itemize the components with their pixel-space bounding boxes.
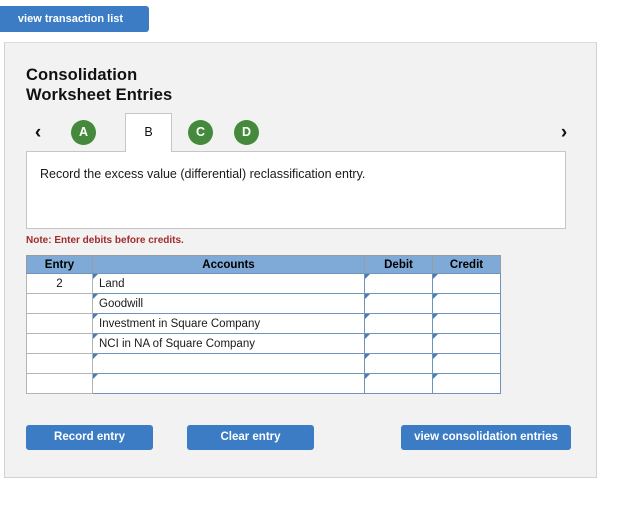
cell-debit-input[interactable]: [364, 293, 433, 314]
chevron-left-icon[interactable]: ‹: [27, 121, 49, 145]
cell-entry-number: [26, 353, 93, 374]
cell-entry-number: 2: [26, 273, 93, 294]
cell-account-select[interactable]: Goodwill: [92, 293, 365, 314]
debits-before-credits-note: Note: Enter debits before credits.: [26, 235, 184, 246]
column-header-entry: Entry: [26, 255, 93, 274]
cell-credit-input-value: [433, 375, 500, 393]
cell-debit-input-value: [365, 295, 432, 313]
top-toolbar: view transaction list: [0, 0, 633, 42]
dropdown-corner-icon: [365, 354, 370, 359]
app-root: view transaction list Consolidation Work…: [0, 0, 633, 523]
cell-entry-number: [26, 333, 93, 354]
cell-entry-number: [26, 373, 93, 394]
tab-d[interactable]: D: [234, 120, 259, 145]
tab-a[interactable]: A: [71, 120, 96, 145]
clear-entry-button[interactable]: Clear entry: [187, 425, 314, 450]
table-row: Investment in Square Company: [26, 313, 501, 334]
instruction-box: Record the excess value (differential) r…: [26, 151, 566, 229]
cell-debit-input[interactable]: [364, 333, 433, 354]
dropdown-corner-icon: [433, 314, 438, 319]
cell-account-select[interactable]: [92, 373, 365, 394]
dropdown-corner-icon: [433, 354, 438, 359]
cell-debit-input[interactable]: [364, 273, 433, 294]
cell-credit-input[interactable]: [432, 273, 501, 294]
column-header-accounts: Accounts: [92, 255, 365, 274]
cell-credit-input-value: [433, 355, 500, 373]
journal-entry-table: Entry Accounts Debit Credit 2 Land Goodwil…: [26, 255, 501, 394]
dropdown-corner-icon: [93, 354, 98, 359]
dropdown-corner-icon: [93, 374, 98, 379]
worksheet-panel: Consolidation Worksheet Entries ‹ A B C …: [4, 42, 597, 478]
dropdown-corner-icon: [93, 294, 98, 299]
cell-debit-input-value: [365, 375, 432, 393]
instruction-text: Record the excess value (differential) r…: [40, 167, 366, 181]
cell-credit-input[interactable]: [432, 353, 501, 374]
cell-credit-input-value: [433, 315, 500, 333]
view-transaction-list-button[interactable]: view transaction list: [0, 6, 149, 32]
cell-account-select-value: [93, 375, 364, 393]
cell-debit-input[interactable]: [364, 313, 433, 334]
cell-account-select[interactable]: [92, 353, 365, 374]
dropdown-corner-icon: [433, 294, 438, 299]
chevron-right-icon[interactable]: ›: [553, 121, 575, 145]
cell-account-select-value: NCI in NA of Square Company: [99, 337, 255, 350]
cell-account-select-value: Land: [99, 277, 125, 290]
cell-account-select-value: [93, 355, 364, 373]
table-body: 2 Land Goodwill Investment in Square Compan…: [26, 273, 501, 394]
cell-debit-input-value: [365, 335, 432, 353]
cell-credit-input-value: [433, 295, 500, 313]
tab-c[interactable]: C: [188, 120, 213, 145]
table-header-row: Entry Accounts Debit Credit: [26, 255, 501, 274]
dropdown-corner-icon: [365, 294, 370, 299]
table-row: [26, 353, 501, 374]
cell-entry-number: [26, 313, 93, 334]
cell-account-select-value: Goodwill: [99, 297, 144, 310]
dropdown-corner-icon: [365, 374, 370, 379]
cell-entry-number: [26, 293, 93, 314]
dropdown-corner-icon: [93, 274, 98, 279]
table-row: 2 Land: [26, 273, 501, 294]
cell-debit-input[interactable]: [364, 373, 433, 394]
table-row: [26, 373, 501, 394]
table-row: Goodwill: [26, 293, 501, 314]
dropdown-corner-icon: [365, 314, 370, 319]
cell-credit-input[interactable]: [432, 293, 501, 314]
cell-account-select[interactable]: Investment in Square Company: [92, 313, 365, 334]
cell-account-select[interactable]: NCI in NA of Square Company: [92, 333, 365, 354]
cell-credit-input[interactable]: [432, 373, 501, 394]
cell-account-select[interactable]: Land: [92, 273, 365, 294]
record-entry-button[interactable]: Record entry: [26, 425, 153, 450]
cell-credit-input-value: [433, 275, 500, 293]
dropdown-corner-icon: [433, 274, 438, 279]
tab-strip: ‹ A B C D ›: [5, 113, 596, 153]
cell-debit-input-value: [365, 315, 432, 333]
view-consolidation-entries-button[interactable]: view consolidation entries: [401, 425, 571, 450]
tab-b[interactable]: B: [125, 113, 172, 152]
cell-account-select-value: Investment in Square Company: [99, 317, 261, 330]
cell-credit-input-value: [433, 335, 500, 353]
cell-credit-input[interactable]: [432, 333, 501, 354]
table-row: NCI in NA of Square Company: [26, 333, 501, 354]
dropdown-corner-icon: [93, 314, 98, 319]
dropdown-corner-icon: [365, 334, 370, 339]
dropdown-corner-icon: [433, 374, 438, 379]
column-header-credit: Credit: [432, 255, 501, 274]
dropdown-corner-icon: [365, 274, 370, 279]
dropdown-corner-icon: [433, 334, 438, 339]
dropdown-corner-icon: [93, 334, 98, 339]
cell-credit-input[interactable]: [432, 313, 501, 334]
column-header-debit: Debit: [364, 255, 433, 274]
page-title: Consolidation Worksheet Entries: [26, 66, 173, 104]
cell-debit-input-value: [365, 355, 432, 373]
cell-debit-input[interactable]: [364, 353, 433, 374]
cell-debit-input-value: [365, 275, 432, 293]
